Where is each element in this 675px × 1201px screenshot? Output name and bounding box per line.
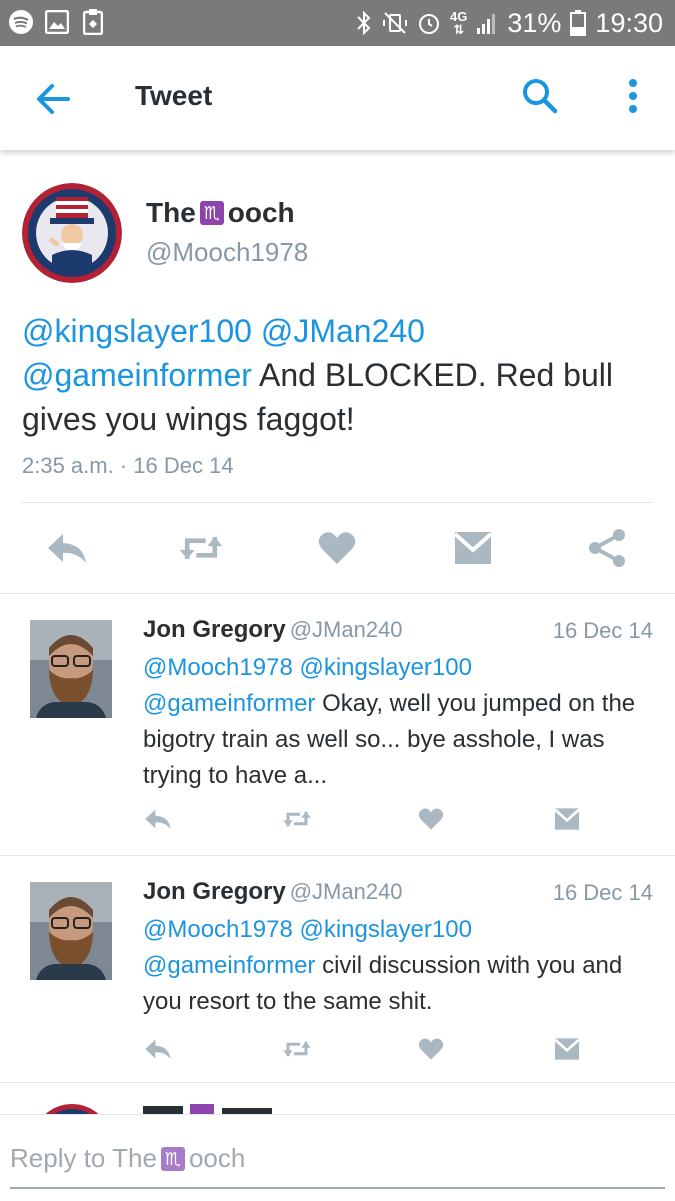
reply-text: @Mooch1978 @kingslayer100 @gameinformer c… — [143, 912, 643, 1020]
retweet-icon[interactable] — [282, 804, 312, 834]
like-heart-icon[interactable] — [416, 1034, 446, 1064]
partial-next-tweet — [0, 1084, 675, 1114]
reply-icon[interactable] — [44, 525, 90, 571]
reply-placeholder-part2: ooch — [188, 1143, 246, 1173]
mention-link[interactable]: @gameinformer — [143, 690, 315, 717]
image-icon — [44, 9, 70, 35]
mention-link[interactable]: @kingslayer100 @JMan240 — [22, 313, 425, 349]
reply-icon[interactable] — [143, 1034, 173, 1064]
reply-author[interactable]: Jon Gregory @JMan240 — [143, 616, 403, 644]
input-underline — [10, 1187, 665, 1189]
retweet-icon[interactable] — [282, 1034, 312, 1064]
mention-link[interactable]: @Mooch1978 @kingslayer100 — [143, 916, 472, 943]
divider — [0, 1082, 675, 1083]
reply-text: @Mooch1978 @kingslayer100 @gameinformer O… — [143, 650, 643, 794]
share-icon[interactable] — [584, 525, 630, 571]
author-handle: @JMan240 — [289, 617, 403, 642]
mention-link[interactable]: @gameinformer — [143, 952, 315, 979]
reply-actions — [0, 804, 675, 834]
battery-percent: 31% — [507, 7, 562, 38]
author-name[interactable]: The ♏ ooch — [146, 197, 295, 229]
reply-date: 16 Dec 14 — [552, 618, 653, 643]
bluetooth-icon — [355, 10, 373, 36]
battery-icon — [570, 10, 587, 36]
reply-tweet[interactable]: Jon Gregory @JMan240 16 Dec 14 @Mooch1978… — [0, 856, 675, 1082]
signal-icon — [476, 11, 498, 35]
alarm-icon — [417, 11, 441, 35]
status-bar: 4G ⇅ 31% 19:30 — [0, 0, 675, 46]
search-icon[interactable] — [520, 76, 560, 116]
direct-message-icon[interactable] — [552, 1034, 582, 1064]
more-options-icon[interactable] — [618, 76, 648, 116]
reply-icon[interactable] — [143, 804, 173, 834]
reply-actions — [0, 1034, 675, 1064]
clipboard-icon — [80, 9, 106, 35]
direct-message-icon[interactable] — [552, 804, 582, 834]
author-handle: @JMan240 — [289, 879, 403, 904]
scorpio-emoji: ♏ — [199, 201, 224, 225]
direct-message-icon[interactable] — [450, 525, 496, 571]
mention-link[interactable]: @gameinformer — [22, 357, 252, 393]
reply-input[interactable]: Reply to The ♏ ooch — [10, 1143, 245, 1174]
mute-icon — [382, 10, 408, 36]
tweet-actions — [0, 525, 675, 571]
tweet-timestamp: 2:35 a.m. · 16 Dec 14 — [22, 453, 234, 478]
status-right: 4G ⇅ 31% 19:30 — [355, 4, 663, 42]
back-arrow-icon[interactable] — [32, 78, 74, 120]
avatar[interactable] — [30, 620, 112, 718]
retweet-icon[interactable] — [178, 525, 224, 571]
author-name: Jon Gregory — [143, 616, 286, 643]
author-name-part2: ooch — [227, 197, 295, 228]
reply-placeholder-part1: Reply to The — [10, 1143, 157, 1173]
author-name: Jon Gregory — [143, 878, 286, 905]
reply-date: 16 Dec 14 — [552, 880, 653, 905]
author-name-part1: The — [146, 197, 196, 228]
status-left-icons — [8, 9, 106, 35]
scorpio-emoji: ♏ — [160, 1146, 185, 1171]
tweet-text: @kingslayer100 @JMan240 @gameinformer And… — [22, 309, 642, 441]
avatar[interactable] — [30, 882, 112, 980]
divider — [22, 502, 652, 503]
avatar[interactable] — [22, 183, 122, 283]
mention-link[interactable]: @Mooch1978 @kingslayer100 — [143, 654, 472, 681]
reply-tweet[interactable]: Jon Gregory @JMan240 16 Dec 14 @Mooch1978… — [0, 594, 675, 856]
page-title: Tweet — [135, 80, 213, 111]
clock-time: 19:30 — [595, 7, 663, 38]
reply-author[interactable]: Jon Gregory @JMan240 — [143, 878, 403, 906]
spotify-icon — [8, 9, 34, 35]
like-heart-icon[interactable] — [416, 804, 446, 834]
app-bar: Tweet — [0, 46, 675, 150]
author-handle[interactable]: @Mooch1978 — [146, 237, 308, 268]
4g-icon: 4G ⇅ — [450, 9, 468, 37]
reply-composer[interactable]: Reply to The ♏ ooch — [0, 1114, 675, 1201]
like-heart-icon[interactable] — [314, 525, 360, 571]
